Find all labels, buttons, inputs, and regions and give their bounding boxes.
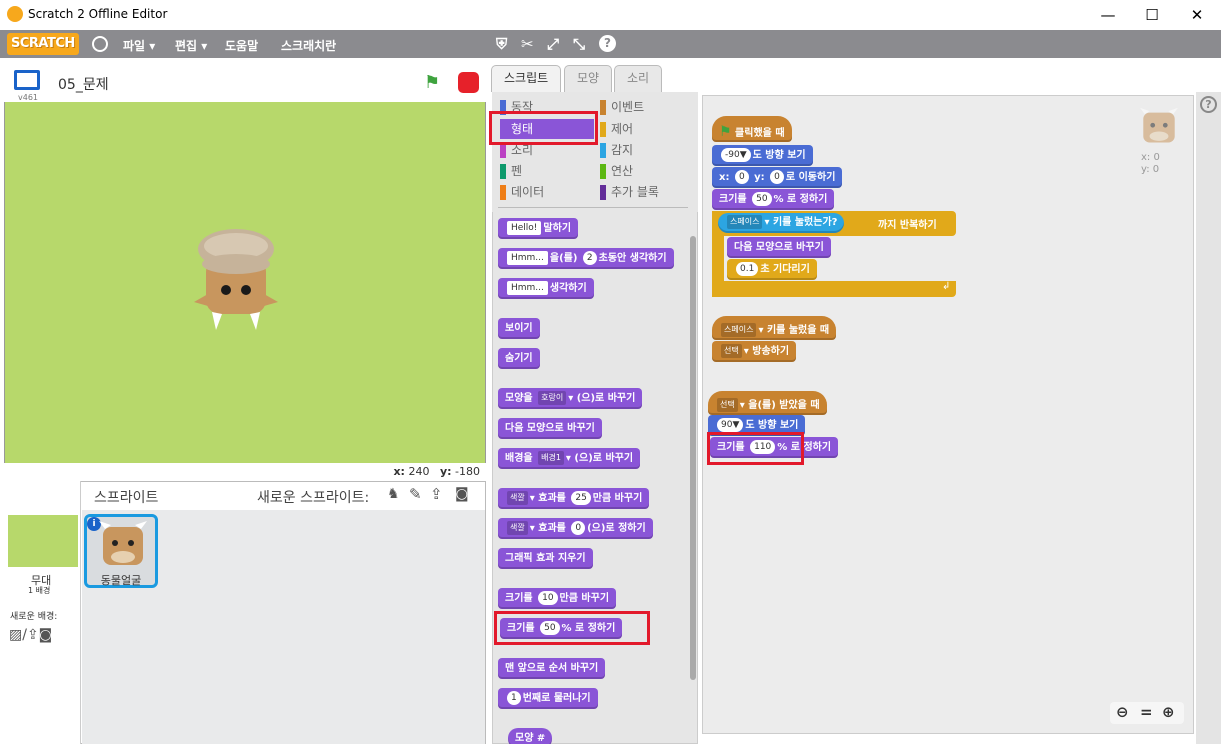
block-switch-costume[interactable]: 모양을 호랑이 ▾ (으)로 바꾸기 <box>498 388 643 409</box>
zoom-in-icon[interactable]: ⊕ <box>1162 703 1175 721</box>
menu-bar: SCRATCH 파일 ▾ 편집 ▾ 도움말 스크래치란 ⛨ ✂ ⤢ ⤡ ? <box>0 30 1221 58</box>
script-broadcast[interactable]: 선택 ▾ 방송하기 <box>712 341 797 362</box>
block-next-costume[interactable]: 다음 모양으로 바꾸기 <box>498 418 602 439</box>
block-change-size[interactable]: 크기를 10 만큼 바꾸기 <box>498 588 617 609</box>
right-panel: ? <box>1196 92 1221 744</box>
cat-more-blocks[interactable]: 추가 블록 <box>600 182 659 202</box>
stage-column: 무대 1 배경 새로운 배경: ▨/⇪◙ <box>4 481 81 744</box>
walrus-sprite[interactable] <box>186 224 286 334</box>
stop-icon[interactable] <box>458 72 479 93</box>
script-set-size[interactable]: 크기를 50% 로 정하기 <box>712 189 835 210</box>
upload-sprite-icon[interactable]: ⇪ <box>430 485 443 503</box>
camera-icon[interactable]: ◙ <box>455 486 469 502</box>
zoom-controls: ⊖ = ⊕ <box>1110 702 1184 724</box>
palette-scrollbar[interactable] <box>690 236 696 680</box>
window-title: Scratch 2 Offline Editor <box>28 7 168 21</box>
block-switch-backdrop[interactable]: 배경을 배경1 ▾ (으)로 바꾸기 <box>498 448 641 469</box>
block-go-front[interactable]: 맨 앞으로 순서 바꾸기 <box>498 658 606 679</box>
script-hat-flag[interactable]: ⚑ 클릭했을 때 <box>712 116 792 142</box>
block-set-effect[interactable]: 색깔 ▾ 효과를 0 (으)로 정하기 <box>498 518 653 539</box>
block-show[interactable]: 보이기 <box>498 318 540 339</box>
close-button[interactable]: ✕ <box>1177 4 1217 26</box>
scratch-logo[interactable]: SCRATCH <box>7 33 79 55</box>
app-icon <box>7 6 23 22</box>
paint-sprite-icon[interactable]: ✎ <box>409 485 422 503</box>
cat-operators[interactable]: 연산 <box>600 161 633 181</box>
current-sprite-icon <box>1140 107 1178 143</box>
category-divider <box>498 207 688 208</box>
sprite-library-icon[interactable]: ♞ <box>387 486 400 502</box>
zoom-reset-icon[interactable]: = <box>1140 703 1153 721</box>
project-name[interactable]: 05_문제 <box>58 74 109 94</box>
sprite-name: 동물얼굴 <box>100 574 142 587</box>
block-costume-num[interactable]: 모양 # <box>508 728 553 744</box>
block-think[interactable]: Hmm... 생각하기 <box>498 278 594 299</box>
zoom-out-icon[interactable]: ⊖ <box>1116 703 1129 721</box>
highlight-looks <box>489 111 598 145</box>
highlight-set-size <box>494 611 650 645</box>
tab-scripts[interactable]: 스크립트 <box>491 65 562 92</box>
block-change-effect[interactable]: 색깔 ▾ 효과를 25 만큼 바꾸기 <box>498 488 650 509</box>
mouse-coords: x: 240 y: -180 <box>393 465 480 478</box>
title-bar: Scratch 2 Offline Editor — ☐ ✕ <box>0 0 1221 30</box>
grow-icon[interactable]: ⤢ <box>547 35 559 53</box>
script-hat-receive[interactable]: 선택 ▾ 을(를) 받았을 때 <box>708 391 827 415</box>
stage-header: v461 05_문제 ⚑ <box>4 62 486 102</box>
cat-pen[interactable]: 펜 <box>500 161 522 181</box>
cat-events[interactable]: 이벤트 <box>600 97 644 117</box>
sprite-tile[interactable]: i 동물얼굴 <box>84 514 158 588</box>
sprite-list: i 동물얼굴 <box>82 510 485 744</box>
sprite-thumbnail <box>99 521 147 565</box>
green-flag-icon[interactable]: ⚑ <box>424 72 440 93</box>
category-list: 동작 이벤트 형태 제어 소리 감지 펜 연산 데이터 추가 블록 <box>492 92 698 212</box>
script-hat-key[interactable]: 스페이스 ▾ 키를 눌렀을 때 <box>712 316 837 340</box>
sprite-x: x: 0 <box>1141 152 1160 163</box>
help-panel-icon[interactable]: ? <box>1200 96 1217 113</box>
duplicate-icon[interactable]: ⛨ <box>496 35 507 53</box>
script-point-direction[interactable]: -90▼ 도 방향 보기 <box>712 145 813 166</box>
editor-tabs: 스크립트 모양 소리 <box>490 62 1212 92</box>
paint-backdrop-icon[interactable]: ▨/⇪◙ <box>9 627 52 643</box>
menu-file[interactable]: 파일 ▾ <box>123 37 155 54</box>
stage-backdrop-count: 1 배경 <box>28 586 51 595</box>
cat-sensing[interactable]: 감지 <box>600 140 633 160</box>
new-backdrop-label: 새로운 배경: <box>10 612 58 622</box>
script-wait[interactable]: 0.1 초 기다리기 <box>727 259 817 280</box>
script-next-costume[interactable]: 다음 모양으로 바꾸기 <box>727 237 831 258</box>
sprite-header-label: 스프라이트 <box>94 490 159 506</box>
cat-control[interactable]: 제어 <box>600 119 633 139</box>
stage-canvas[interactable] <box>4 102 486 463</box>
minimize-button[interactable]: — <box>1088 4 1128 26</box>
delete-icon[interactable]: ✂ <box>521 35 534 53</box>
help-icon[interactable]: ? <box>599 35 616 52</box>
block-go-back[interactable]: 1 번째로 물러나기 <box>498 688 598 709</box>
stage-thumbnail[interactable] <box>8 515 78 567</box>
globe-icon[interactable] <box>92 36 108 52</box>
new-sprite-label: 새로운 스프라이트: <box>257 490 370 506</box>
highlight-set-size-110 <box>707 432 804 465</box>
script-goto-xy[interactable]: x: 0 y: 0로 이동하기 <box>712 167 843 188</box>
shrink-icon[interactable]: ⤡ <box>573 35 585 53</box>
menu-edit[interactable]: 편집 ▾ <box>175 37 207 54</box>
block-hide[interactable]: 숨기기 <box>498 348 540 369</box>
block-clear-effects[interactable]: 그래픽 효과 지우기 <box>498 548 593 569</box>
sprite-y: y: 0 <box>1141 164 1160 175</box>
version-label: v461 <box>18 93 39 102</box>
green-flag-icon: ⚑ <box>719 124 732 140</box>
menu-about[interactable]: 스크래치란 <box>281 37 336 54</box>
sprite-header: 스프라이트 새로운 스프라이트: ♞ ✎ ⇪ ◙ <box>82 482 485 510</box>
fullscreen-icon[interactable] <box>14 70 40 90</box>
menu-help[interactable]: 도움말 <box>225 37 258 54</box>
maximize-button[interactable]: ☐ <box>1132 4 1172 26</box>
tab-sounds[interactable]: 소리 <box>614 65 663 92</box>
cat-data[interactable]: 데이터 <box>500 182 544 202</box>
block-think-secs[interactable]: Hmm... 을(를) 2 초동안 생각하기 <box>498 248 674 269</box>
block-say[interactable]: Hello! 말하기 <box>498 218 579 239</box>
tab-costumes[interactable]: 모양 <box>564 65 613 92</box>
